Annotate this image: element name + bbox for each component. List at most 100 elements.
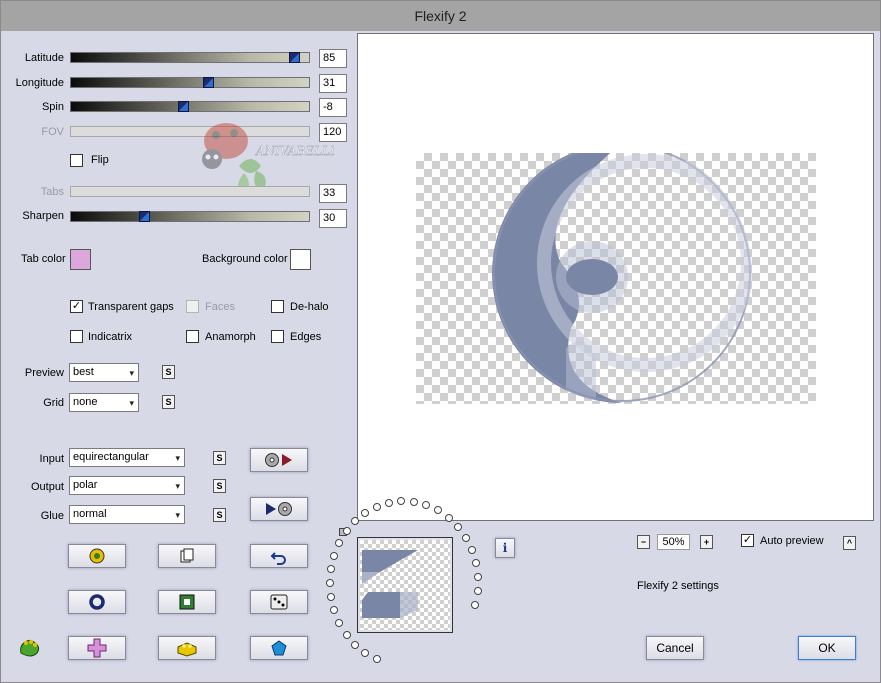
de-halo-checkbox[interactable] [271,300,284,313]
preview-label: Preview [24,367,64,379]
background-color-label: Background color [202,253,288,265]
undo-button[interactable] [250,544,308,568]
zoom-in-button[interactable]: + [700,535,713,549]
random-button[interactable] [68,544,126,568]
preview-canvas[interactable] [357,33,874,521]
rotation-dot[interactable] [462,534,470,542]
tab-color-swatch[interactable] [70,249,91,270]
rotation-dot[interactable] [330,606,338,614]
rotation-dot[interactable] [422,501,430,509]
output-s-button[interactable]: S [213,479,226,493]
input-select-value: equirectangular [73,451,149,463]
expand-button[interactable]: ^ [843,536,856,550]
anamorph-checkbox[interactable] [186,330,199,343]
grid-select[interactable]: none ▾ [69,393,139,412]
grid-s-button[interactable]: S [162,395,175,409]
rotation-dot[interactable] [468,546,476,554]
randomize-button[interactable] [250,590,308,614]
sharpen-label: Sharpen [22,210,64,222]
chevron-down-icon: ▾ [129,368,134,378]
rotation-dot[interactable] [445,514,453,522]
sharpen-thumb[interactable] [139,211,150,222]
longitude-slider[interactable] [70,77,310,88]
rotation-dot[interactable] [361,509,369,517]
background-color-swatch[interactable] [290,249,311,270]
glue-select[interactable]: normal ▾ [69,505,185,524]
input-label: Input [39,453,64,465]
preview-s-button[interactable]: S [162,365,175,379]
rotation-dot[interactable] [373,655,381,663]
rotation-dot[interactable] [351,517,359,525]
load-output-button[interactable] [250,497,308,521]
latitude-value[interactable]: 85 [319,49,347,68]
latitude-thumb[interactable] [289,52,300,63]
rotation-dot[interactable] [327,565,335,573]
flip-checkbox[interactable] [70,154,83,167]
anamorph-label: Anamorph [205,331,256,343]
rotation-dot[interactable] [410,498,418,506]
rotation-dot[interactable] [351,641,359,649]
rotation-dot[interactable] [373,503,381,511]
grid-select-value: none [73,396,98,408]
rotation-dot[interactable] [330,552,338,560]
glue-s-button[interactable]: S [213,508,226,522]
settings-name: Flexify 2 settings [637,580,719,592]
ok-button[interactable]: OK [798,636,856,660]
rotation-dot[interactable] [326,579,334,587]
rotation-dot[interactable] [335,539,343,547]
indicatrix-checkbox[interactable] [70,330,83,343]
rotation-dot[interactable] [385,499,393,507]
chevron-down-icon: ▾ [175,481,180,491]
tabs-label: Tabs [40,186,64,198]
glue-select-value: normal [73,508,107,520]
output-select[interactable]: polar ▾ [69,476,185,495]
tab-color-label: Tab color [21,253,66,265]
rotation-dot[interactable] [471,601,479,609]
info-button[interactable]: i [495,538,515,558]
rotation-dot[interactable] [474,573,482,581]
rotation-dot[interactable] [335,619,343,627]
rotation-dot[interactable] [454,523,462,531]
load-input-button[interactable] [250,448,308,472]
longitude-value[interactable]: 31 [319,74,347,93]
transparent-gaps-checkbox[interactable]: ✓ [70,300,83,313]
longitude-thumb[interactable] [203,77,214,88]
zoom-out-button[interactable]: − [637,535,650,549]
play-to-disc-icon [266,502,292,516]
input-s-button[interactable]: S [213,451,226,465]
frame-button[interactable] [158,590,216,614]
copy-button[interactable] [158,544,216,568]
latitude-slider[interactable] [70,52,310,63]
rotation-dot[interactable] [343,631,351,639]
rotation-dot[interactable] [434,506,442,514]
cross-button[interactable] [68,636,126,660]
polar-projection-shape [492,153,752,403]
rotation-dot[interactable] [397,497,405,505]
auto-preview-checkbox[interactable]: ✓ [741,534,754,547]
gem-button[interactable] [250,636,308,660]
ring-button[interactable] [68,590,126,614]
rotation-dot[interactable] [327,593,335,601]
preview-select[interactable]: best ▾ [69,363,139,382]
edges-checkbox[interactable] [271,330,284,343]
rotation-dot[interactable] [474,587,482,595]
dice-icon [270,594,288,610]
source-thumbnail [357,537,453,633]
rotation-dot[interactable] [472,559,480,567]
flexify-dialog: Flexify 2 Latitude 85 Longitude 31 Spin … [0,0,881,683]
ring-icon [89,594,105,610]
rotation-dot[interactable] [343,527,351,535]
tabs-value[interactable]: 33 [319,184,347,203]
flip-label: Flip [91,154,109,166]
brick-button[interactable] [158,636,216,660]
copy-pages-icon [180,548,194,563]
output-select-value: polar [73,479,98,491]
cancel-button[interactable]: Cancel [646,636,704,660]
latitude-label: Latitude [24,52,64,64]
fov-label: FOV [41,126,64,138]
sharpen-value[interactable]: 30 [319,209,347,228]
rotation-dot[interactable] [361,649,369,657]
sharpen-slider[interactable] [70,211,310,222]
input-select[interactable]: equirectangular ▾ [69,448,185,467]
preview-select-value: best [73,366,94,378]
